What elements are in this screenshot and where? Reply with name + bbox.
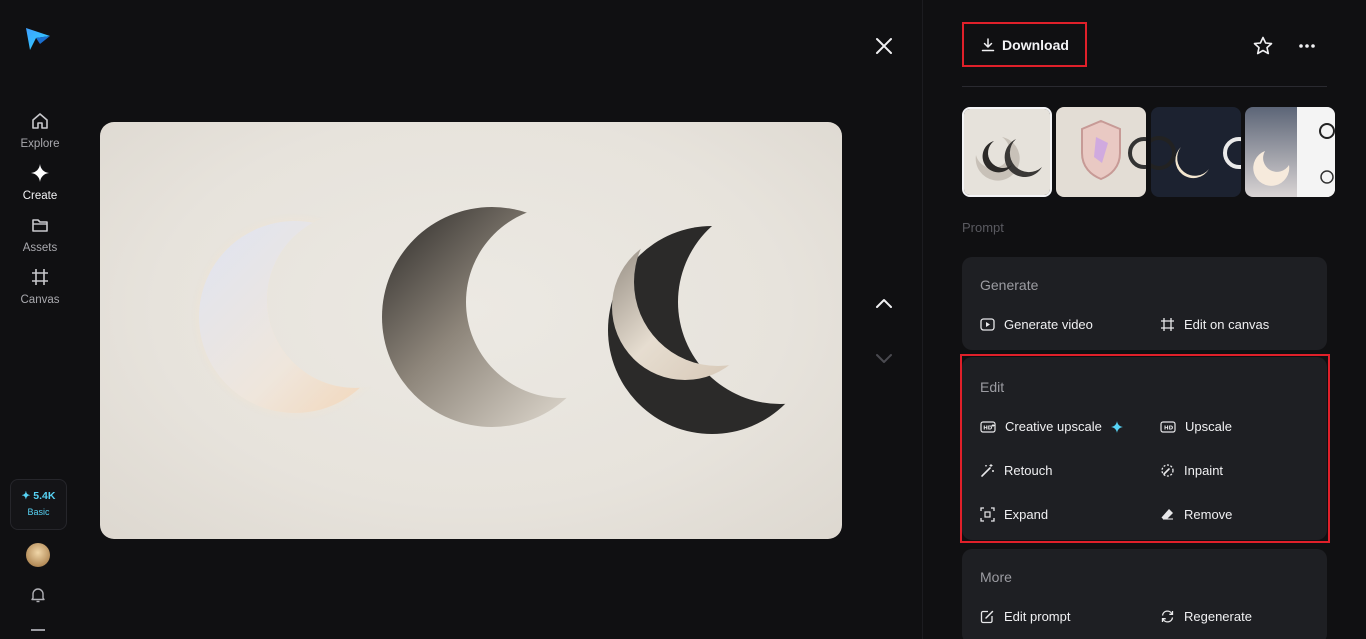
chevron-down-icon[interactable]: [873, 348, 895, 370]
regenerate-icon: [1161, 610, 1174, 623]
play-icon: [980, 318, 995, 331]
home-icon: [32, 113, 48, 129]
menu-icon[interactable]: [31, 629, 45, 631]
download-button[interactable]: Download: [962, 22, 1087, 67]
chevron-up-icon[interactable]: [873, 292, 895, 314]
panel-divider: [922, 0, 923, 639]
bell-icon[interactable]: [29, 586, 47, 604]
nav-item-assets[interactable]: Assets: [0, 215, 80, 256]
credits-badge[interactable]: ✦ 5.4K Basic: [10, 479, 67, 530]
edit-highlight-box: [960, 354, 1330, 543]
thumbnail-4[interactable]: [1245, 107, 1335, 197]
thumbnail-2[interactable]: [1056, 107, 1146, 197]
canvas-icon: [32, 269, 48, 285]
regenerate-button[interactable]: Regenerate: [1160, 609, 1252, 624]
nav-item-label: Explore: [20, 138, 60, 150]
folder-icon: [32, 219, 48, 232]
left-nav: Explore Create Assets Canvas ✦ 5.4K Basi…: [0, 0, 80, 639]
image-viewer[interactable]: [100, 122, 842, 539]
action-label: Edit prompt: [1004, 609, 1071, 624]
action-label: Edit on canvas: [1184, 317, 1270, 332]
generate-video-button[interactable]: Generate video: [980, 317, 1093, 332]
variation-thumbnails: [962, 107, 1335, 197]
close-icon[interactable]: [873, 35, 895, 57]
action-label: Generate video: [1004, 317, 1093, 332]
more-options-icon[interactable]: [1298, 43, 1316, 49]
nav-item-explore[interactable]: Explore: [0, 111, 80, 152]
app: Explore Create Assets Canvas ✦ 5.4K Basi…: [0, 0, 1366, 639]
nav-item-canvas[interactable]: Canvas: [0, 267, 80, 308]
download-icon: [981, 37, 995, 51]
avatar[interactable]: [26, 543, 50, 567]
nav-item-create[interactable]: Create: [0, 163, 80, 204]
edit-on-canvas-button[interactable]: Edit on canvas: [1160, 317, 1269, 332]
plan-label: Basic: [27, 507, 50, 517]
star-icon[interactable]: [1252, 35, 1274, 57]
header-divider: [962, 86, 1327, 87]
more-title: More: [980, 569, 1012, 585]
action-label: Regenerate: [1184, 609, 1252, 624]
generate-title: Generate: [980, 277, 1039, 293]
credits-amount: ✦ 5.4K: [21, 490, 56, 502]
thumbnail-3[interactable]: [1151, 107, 1241, 197]
edit-prompt-button[interactable]: Edit prompt: [980, 609, 1070, 624]
nav-item-label: Create: [22, 190, 58, 202]
nav-item-label: Assets: [22, 242, 58, 254]
generate-card: Generate Generate video Edit on canvas: [962, 257, 1327, 350]
download-label: Download: [1002, 36, 1069, 53]
more-card: More Edit prompt Regenerate: [962, 549, 1327, 639]
nav-item-label: Canvas: [20, 294, 60, 306]
crop-icon: [1161, 318, 1174, 331]
thumbnail-1[interactable]: [962, 107, 1052, 197]
logo-icon[interactable]: [24, 24, 52, 52]
sparkle-icon: [31, 164, 49, 182]
prompt-label: Prompt: [962, 220, 1004, 235]
edit-prompt-icon: [980, 610, 994, 624]
generated-image: [191, 207, 816, 434]
